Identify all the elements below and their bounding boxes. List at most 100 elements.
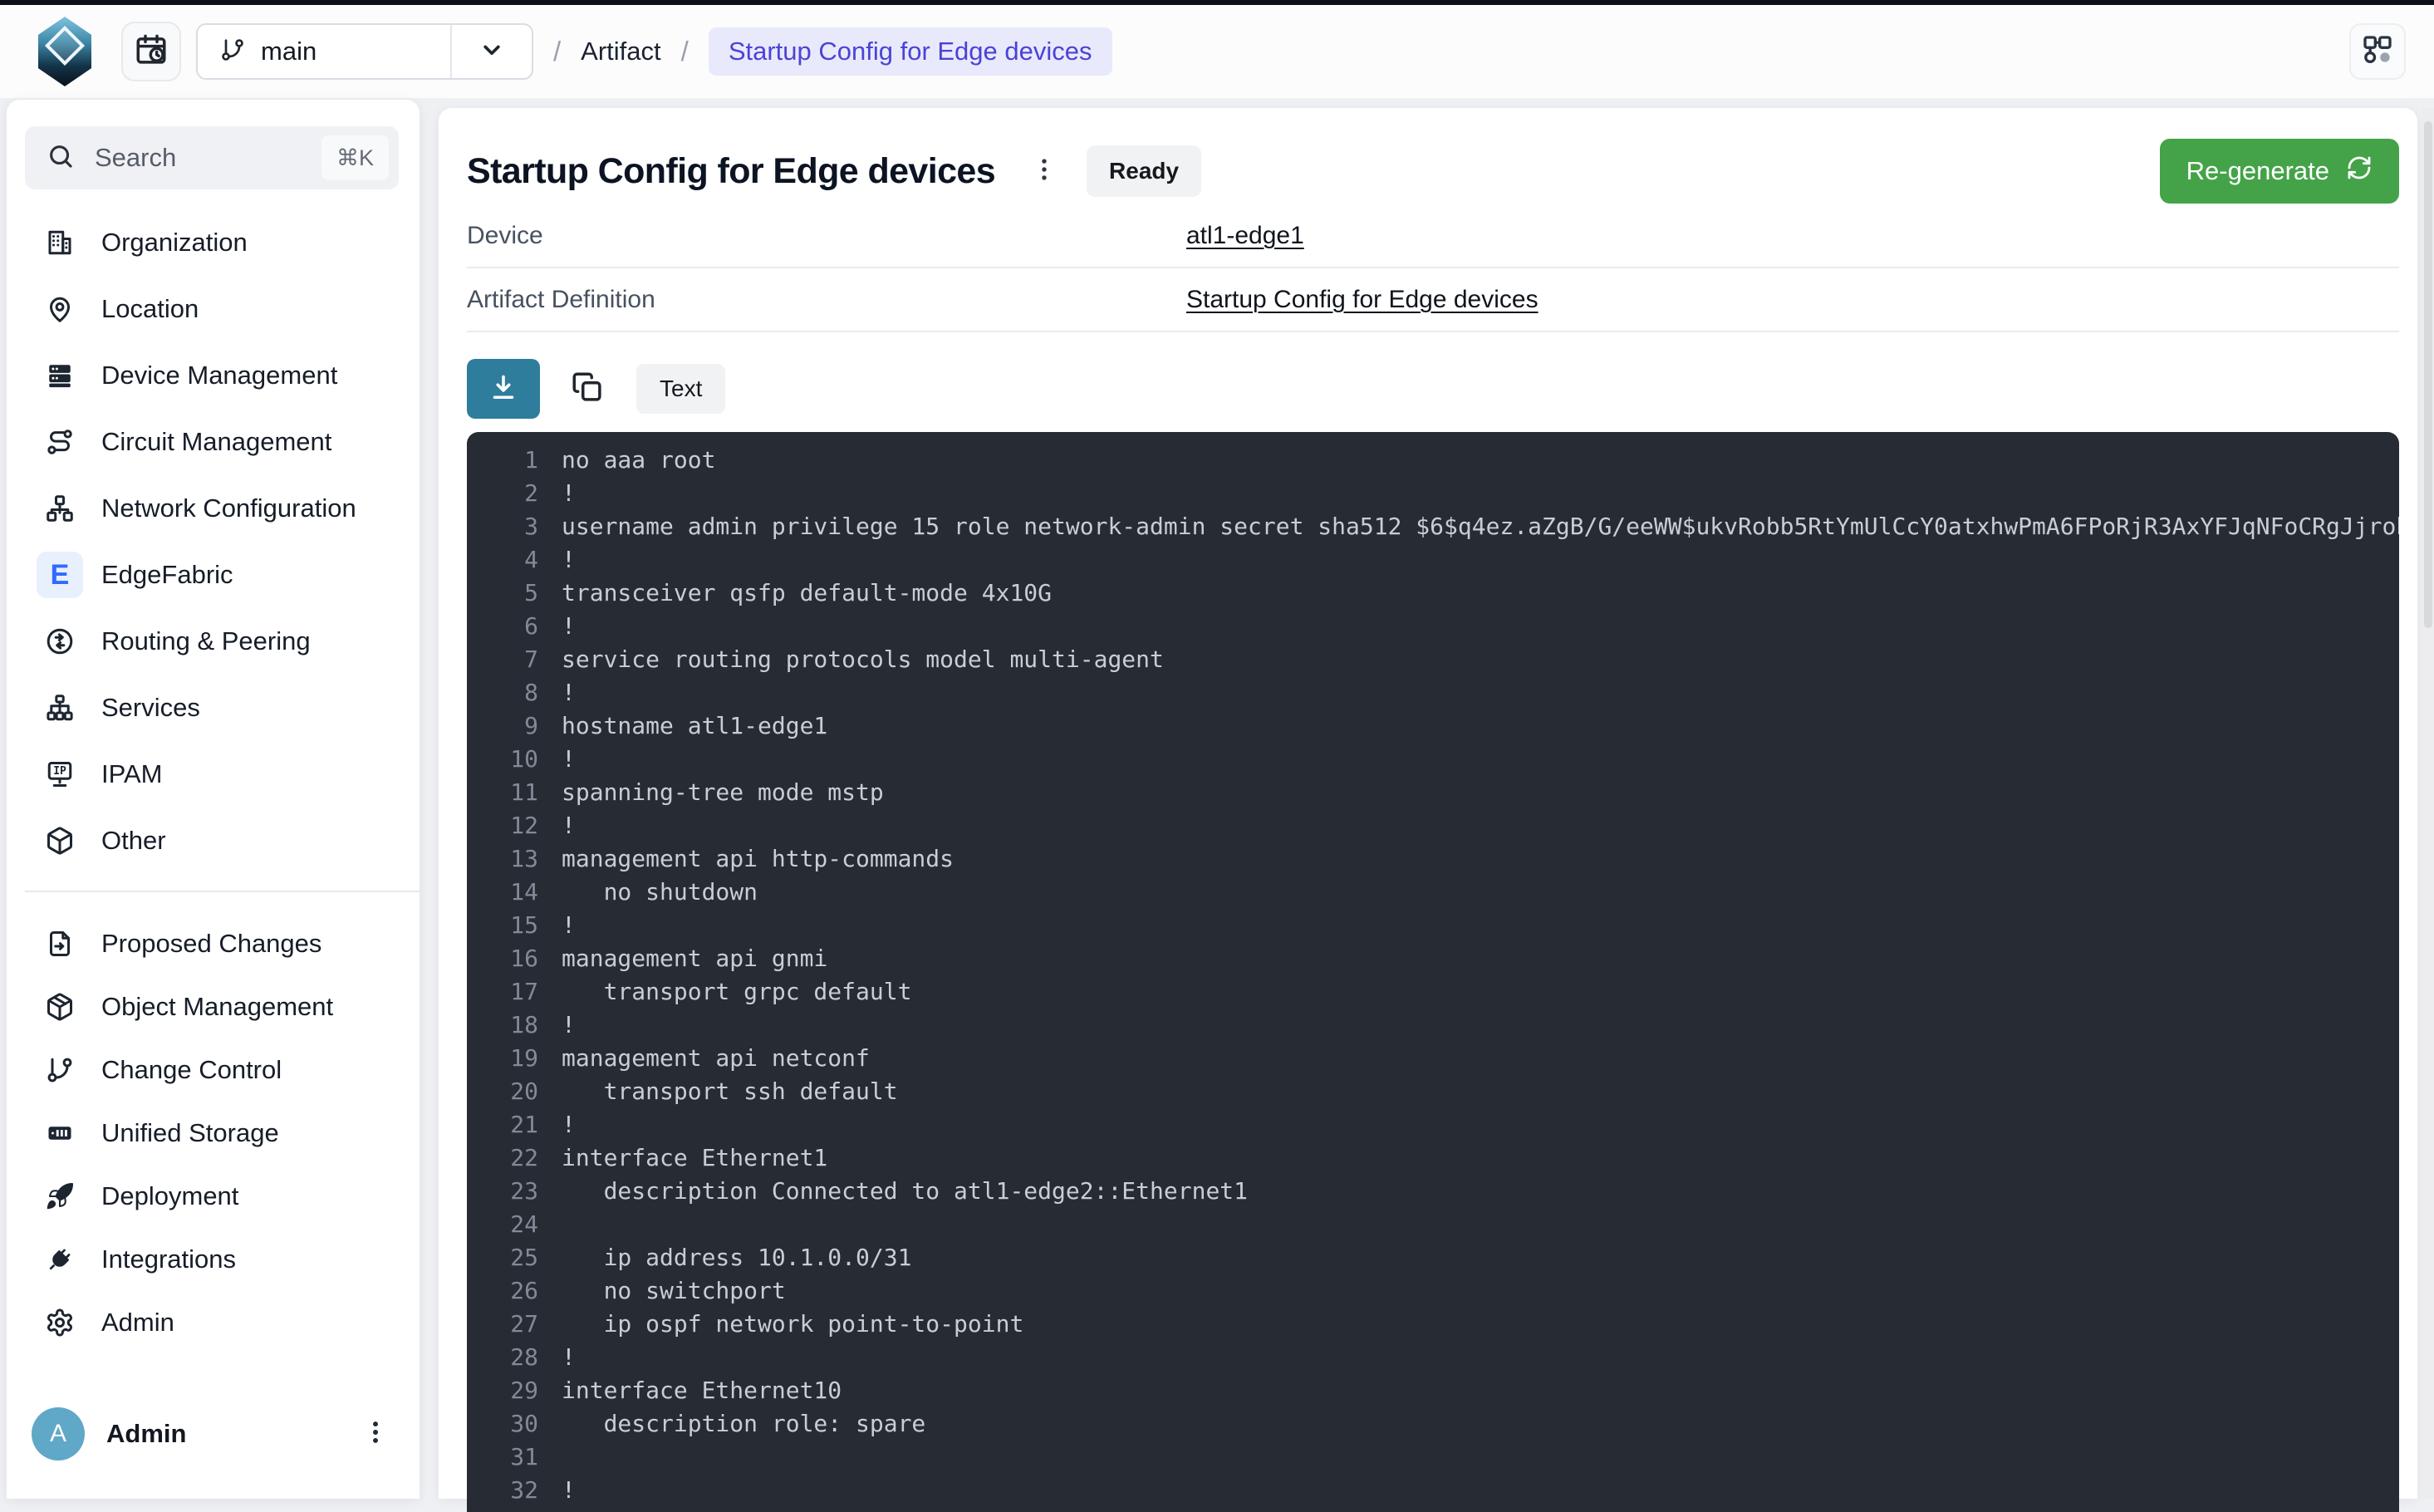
code-line: 4 ! [467, 543, 2399, 577]
line-number: 3 [467, 510, 562, 543]
sidebar-item-proposed-changes[interactable]: Proposed Changes [7, 912, 420, 975]
box-icon [37, 817, 83, 864]
line-content: spanning-tree mode mstp [562, 776, 884, 809]
hierarchy-icon [37, 685, 83, 731]
router-globe-icon [37, 618, 83, 665]
line-number: 25 [467, 1241, 562, 1274]
line-number: 28 [467, 1341, 562, 1374]
detail-value-link[interactable]: Startup Config for Edge devices [1186, 286, 1538, 314]
code-line: 26 no switchport [467, 1274, 2399, 1308]
code-line: 27 ip ospf network point-to-point [467, 1308, 2399, 1341]
app-logo[interactable] [38, 17, 91, 86]
line-content: ! [562, 1474, 576, 1507]
line-number: 12 [467, 809, 562, 842]
code-line: 10 ! [467, 743, 2399, 776]
line-content: transport ssh default [562, 1075, 898, 1108]
git-branch-icon [219, 37, 246, 67]
line-content: interface Ethernet1 [562, 1141, 827, 1175]
sidebar-item-ipam[interactable]: IP IPAM [7, 741, 420, 808]
avatar: A [32, 1407, 85, 1460]
calendar-clock-button[interactable] [121, 22, 181, 81]
sidebar-item-organization[interactable]: Organization [7, 209, 420, 276]
code-line: 18 ! [467, 1009, 2399, 1042]
user-menu[interactable]: A Admin [32, 1407, 390, 1460]
kebab-icon [1030, 155, 1058, 188]
line-number: 27 [467, 1308, 562, 1341]
sidebar-item-unified-storage[interactable]: Unified Storage [7, 1102, 420, 1165]
branch-dropdown-toggle[interactable] [452, 36, 532, 68]
sidebar-item-admin[interactable]: Admin [7, 1291, 420, 1354]
line-content: ! [562, 1108, 576, 1141]
config-code-block[interactable]: 1 no aaa root 2 ! 3 username admin privi… [467, 432, 2399, 1512]
regenerate-button[interactable]: Re-generate [2160, 139, 2399, 204]
breadcrumb-item-current[interactable]: Startup Config for Edge devices [709, 27, 1112, 76]
code-line: 28 ! [467, 1341, 2399, 1374]
sidebar-divider [25, 891, 420, 892]
detail-value-link[interactable]: atl1-edge1 [1186, 222, 1304, 250]
line-number: 4 [467, 543, 562, 577]
code-line: 3 username admin privilege 15 role netwo… [467, 510, 2399, 543]
code-line: 23 description Connected to atl1-edge2::… [467, 1175, 2399, 1208]
line-content: interface Ethernet10 [562, 1374, 842, 1407]
rocket-icon [37, 1173, 83, 1220]
code-line: 5 transceiver qsfp default-mode 4x10G [467, 577, 2399, 610]
code-line: 1 no aaa root [467, 444, 2399, 477]
code-line: 15 ! [467, 909, 2399, 942]
server-icon [37, 352, 83, 399]
line-number: 2 [467, 477, 562, 510]
code-line: 8 ! [467, 676, 2399, 709]
refresh-icon [2346, 155, 2373, 188]
line-content: no aaa root [562, 444, 715, 477]
chevron-down-icon [478, 36, 506, 68]
file-change-icon [37, 920, 83, 967]
sidebar-item-services[interactable]: Services [7, 675, 420, 741]
breadcrumb-separator: / [553, 36, 561, 67]
sidebar-item-circuit-management[interactable]: Circuit Management [7, 409, 420, 475]
code-line: 11 spanning-tree mode mstp [467, 776, 2399, 809]
page-scrollbar-track [2422, 108, 2434, 1499]
user-kebab-button[interactable] [361, 1418, 390, 1451]
line-content: ! [562, 676, 576, 709]
line-content: ! [562, 543, 576, 577]
download-button[interactable] [467, 359, 540, 419]
sidebar-item-integrations[interactable]: Integrations [7, 1228, 420, 1291]
topbar: main / Artifact / Startup Config for Edg… [0, 5, 2434, 98]
regenerate-label: Re-generate [2186, 156, 2329, 186]
sidebar-item-change-control[interactable]: Change Control [7, 1038, 420, 1102]
sidebar-item-object-management[interactable]: Object Management [7, 975, 420, 1038]
building-icon [37, 219, 83, 266]
line-number: 7 [467, 643, 562, 676]
detail-row: Artifact Definition Startup Config for E… [467, 268, 2399, 332]
sidebar-item-routing-peering[interactable]: Routing & Peering [7, 608, 420, 675]
title-menu-button[interactable] [1030, 155, 1058, 188]
sidebar-item-edgefabric[interactable]: E EdgeFabric [7, 542, 420, 608]
line-content: ip ospf network point-to-point [562, 1308, 1023, 1341]
branch-name: main [261, 37, 317, 66]
code-line: 20 transport ssh default [467, 1075, 2399, 1108]
branch-selector-value[interactable]: main [198, 37, 450, 67]
page-scrollbar-thumb[interactable] [2424, 121, 2432, 628]
line-number: 9 [467, 709, 562, 743]
code-line: 24 [467, 1208, 2399, 1241]
format-text-button[interactable]: Text [636, 364, 725, 414]
line-content: no shutdown [562, 876, 758, 909]
sidebar-nav-primary: Organization Location Device Management … [7, 209, 420, 874]
code-line: 31 [467, 1441, 2399, 1474]
code-line: 9 hostname atl1-edge1 [467, 709, 2399, 743]
sidebar-item-other[interactable]: Other [7, 808, 420, 874]
line-content: hostname atl1-edge1 [562, 709, 827, 743]
breadcrumb-item-artifact[interactable]: Artifact [581, 37, 660, 66]
sidebar-item-network-configuration[interactable]: Network Configuration [7, 475, 420, 542]
main-content: Startup Config for Edge devices Ready Re… [439, 108, 2417, 1499]
line-number: 20 [467, 1075, 562, 1108]
line-number: 22 [467, 1141, 562, 1175]
sidebar-item-device-management[interactable]: Device Management [7, 342, 420, 409]
search-input[interactable]: Search ⌘K [25, 126, 399, 189]
sidebar-item-deployment[interactable]: Deployment [7, 1165, 420, 1228]
branch-selector[interactable]: main [196, 23, 533, 80]
sidebar-item-location[interactable]: Location [7, 276, 420, 342]
copy-button[interactable] [570, 370, 605, 409]
workflow-button[interactable] [2349, 23, 2406, 80]
line-content: ! [562, 1341, 576, 1374]
line-content: ! [562, 909, 576, 942]
